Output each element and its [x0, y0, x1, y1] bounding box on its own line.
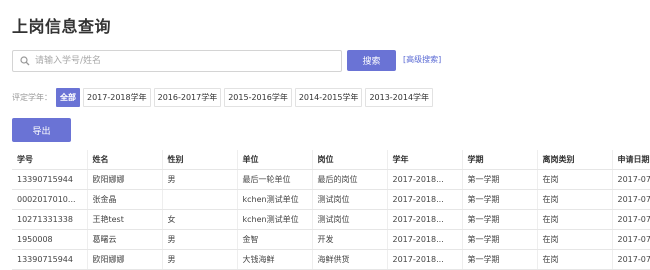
year-filter-label: 评定学年：: [12, 93, 52, 102]
table-cell: 2017-2018...: [387, 209, 463, 230]
year-option-2014-2015[interactable]: 2014-2015学年: [294, 88, 363, 107]
table-cell: 在岗: [537, 229, 613, 250]
table-cell: 最后一轮单位: [237, 169, 313, 190]
search-button[interactable]: 搜索: [347, 50, 396, 71]
column-header[interactable]: 离岗类别: [537, 150, 613, 170]
table-cell: 开发: [312, 229, 388, 250]
table-cell: 张金晶: [87, 189, 163, 210]
table-cell: 金智: [237, 229, 313, 250]
table-cell: kchen测试单位: [237, 189, 313, 210]
table-cell: 第一学期: [462, 169, 538, 190]
year-filter: 评定学年： 全部 2017-2018学年 2016-2017学年 2015-20…: [12, 88, 436, 107]
page-title: 上岗信息查询: [12, 17, 112, 36]
table-cell: 2017-2018...: [387, 229, 463, 250]
column-header[interactable]: 申请日期: [612, 150, 650, 170]
table-cell: kchen测试单位: [237, 209, 313, 230]
table-cell: 女: [162, 209, 238, 230]
export-button[interactable]: 导出: [12, 118, 71, 142]
table-cell: 第一学期: [462, 209, 538, 230]
table-cell: 欧阳娜娜: [87, 169, 163, 190]
table-row[interactable]: 13390715944 欧阳娜娜 男 最后一轮单位 最后的岗位 2017-201…: [12, 169, 650, 190]
column-header[interactable]: 学期: [462, 150, 538, 170]
table-cell: 在岗: [537, 209, 613, 230]
table-cell: 2017-07-: [612, 169, 650, 190]
column-header[interactable]: 学年: [387, 150, 463, 170]
table-row[interactable]: 0002017010... 张金晶 kchen测试单位 测试岗位 2017-20…: [12, 189, 650, 210]
results-table: 学号 姓名 性别 单位 岗位 学年 学期 离岗类别 申请日期 133907159…: [12, 150, 650, 270]
table-cell: 2017-07-: [612, 209, 650, 230]
search-input[interactable]: [32, 53, 335, 69]
table-cell: 0002017010...: [12, 189, 88, 210]
table-cell: 2017-07-: [612, 189, 650, 210]
column-header[interactable]: 姓名: [87, 150, 163, 170]
table-cell: [162, 189, 238, 210]
table-row[interactable]: 1950008 葛曙云 男 金智 开发 2017-2018... 第一学期 在岗…: [12, 229, 650, 250]
table-header-row: 学号 姓名 性别 单位 岗位 学年 学期 离岗类别 申请日期: [12, 150, 650, 170]
year-option-2013-2014[interactable]: 2013-2014学年: [365, 88, 434, 107]
table-cell: 10271331338: [12, 209, 88, 230]
year-option-2015-2016[interactable]: 2015-2016学年: [224, 88, 292, 107]
advanced-search-link[interactable]: [高级搜索]: [403, 54, 441, 65]
table-cell: 在岗: [537, 169, 613, 190]
table-cell: 测试岗位: [312, 189, 388, 210]
table-cell: 1950008: [12, 229, 88, 250]
year-option-2016-2017[interactable]: 2016-2017学年: [153, 88, 222, 107]
year-option-2017-2018[interactable]: 2017-2018学年: [83, 88, 151, 107]
table-cell: 在岗: [537, 189, 613, 210]
search-box[interactable]: [12, 50, 342, 72]
search-icon: [18, 54, 32, 68]
table-cell: 男: [162, 229, 238, 250]
column-header[interactable]: 单位: [237, 150, 313, 170]
table-cell: 2017-2018...: [387, 169, 463, 190]
year-option-all[interactable]: 全部: [56, 88, 80, 107]
table-cell: 葛曙云: [87, 229, 163, 250]
table-cell: 第一学期: [462, 189, 538, 210]
column-header[interactable]: 性别: [162, 150, 238, 170]
table-cell: 2017-07-: [612, 229, 650, 250]
column-header[interactable]: 岗位: [312, 150, 388, 170]
table-cell: 13390715944: [12, 169, 88, 190]
table-cell: 第一学期: [462, 229, 538, 250]
table-cell: 最后的岗位: [312, 169, 388, 190]
table-row[interactable]: 10271331338 王艳test 女 kchen测试单位 测试岗位 2017…: [12, 209, 650, 230]
table-cell: 男: [162, 169, 238, 190]
column-header[interactable]: 学号: [12, 150, 88, 170]
table-cell: 测试岗位: [312, 209, 388, 230]
table-cell: 2017-2018...: [387, 189, 463, 210]
table-cell: 王艳test: [87, 209, 163, 230]
